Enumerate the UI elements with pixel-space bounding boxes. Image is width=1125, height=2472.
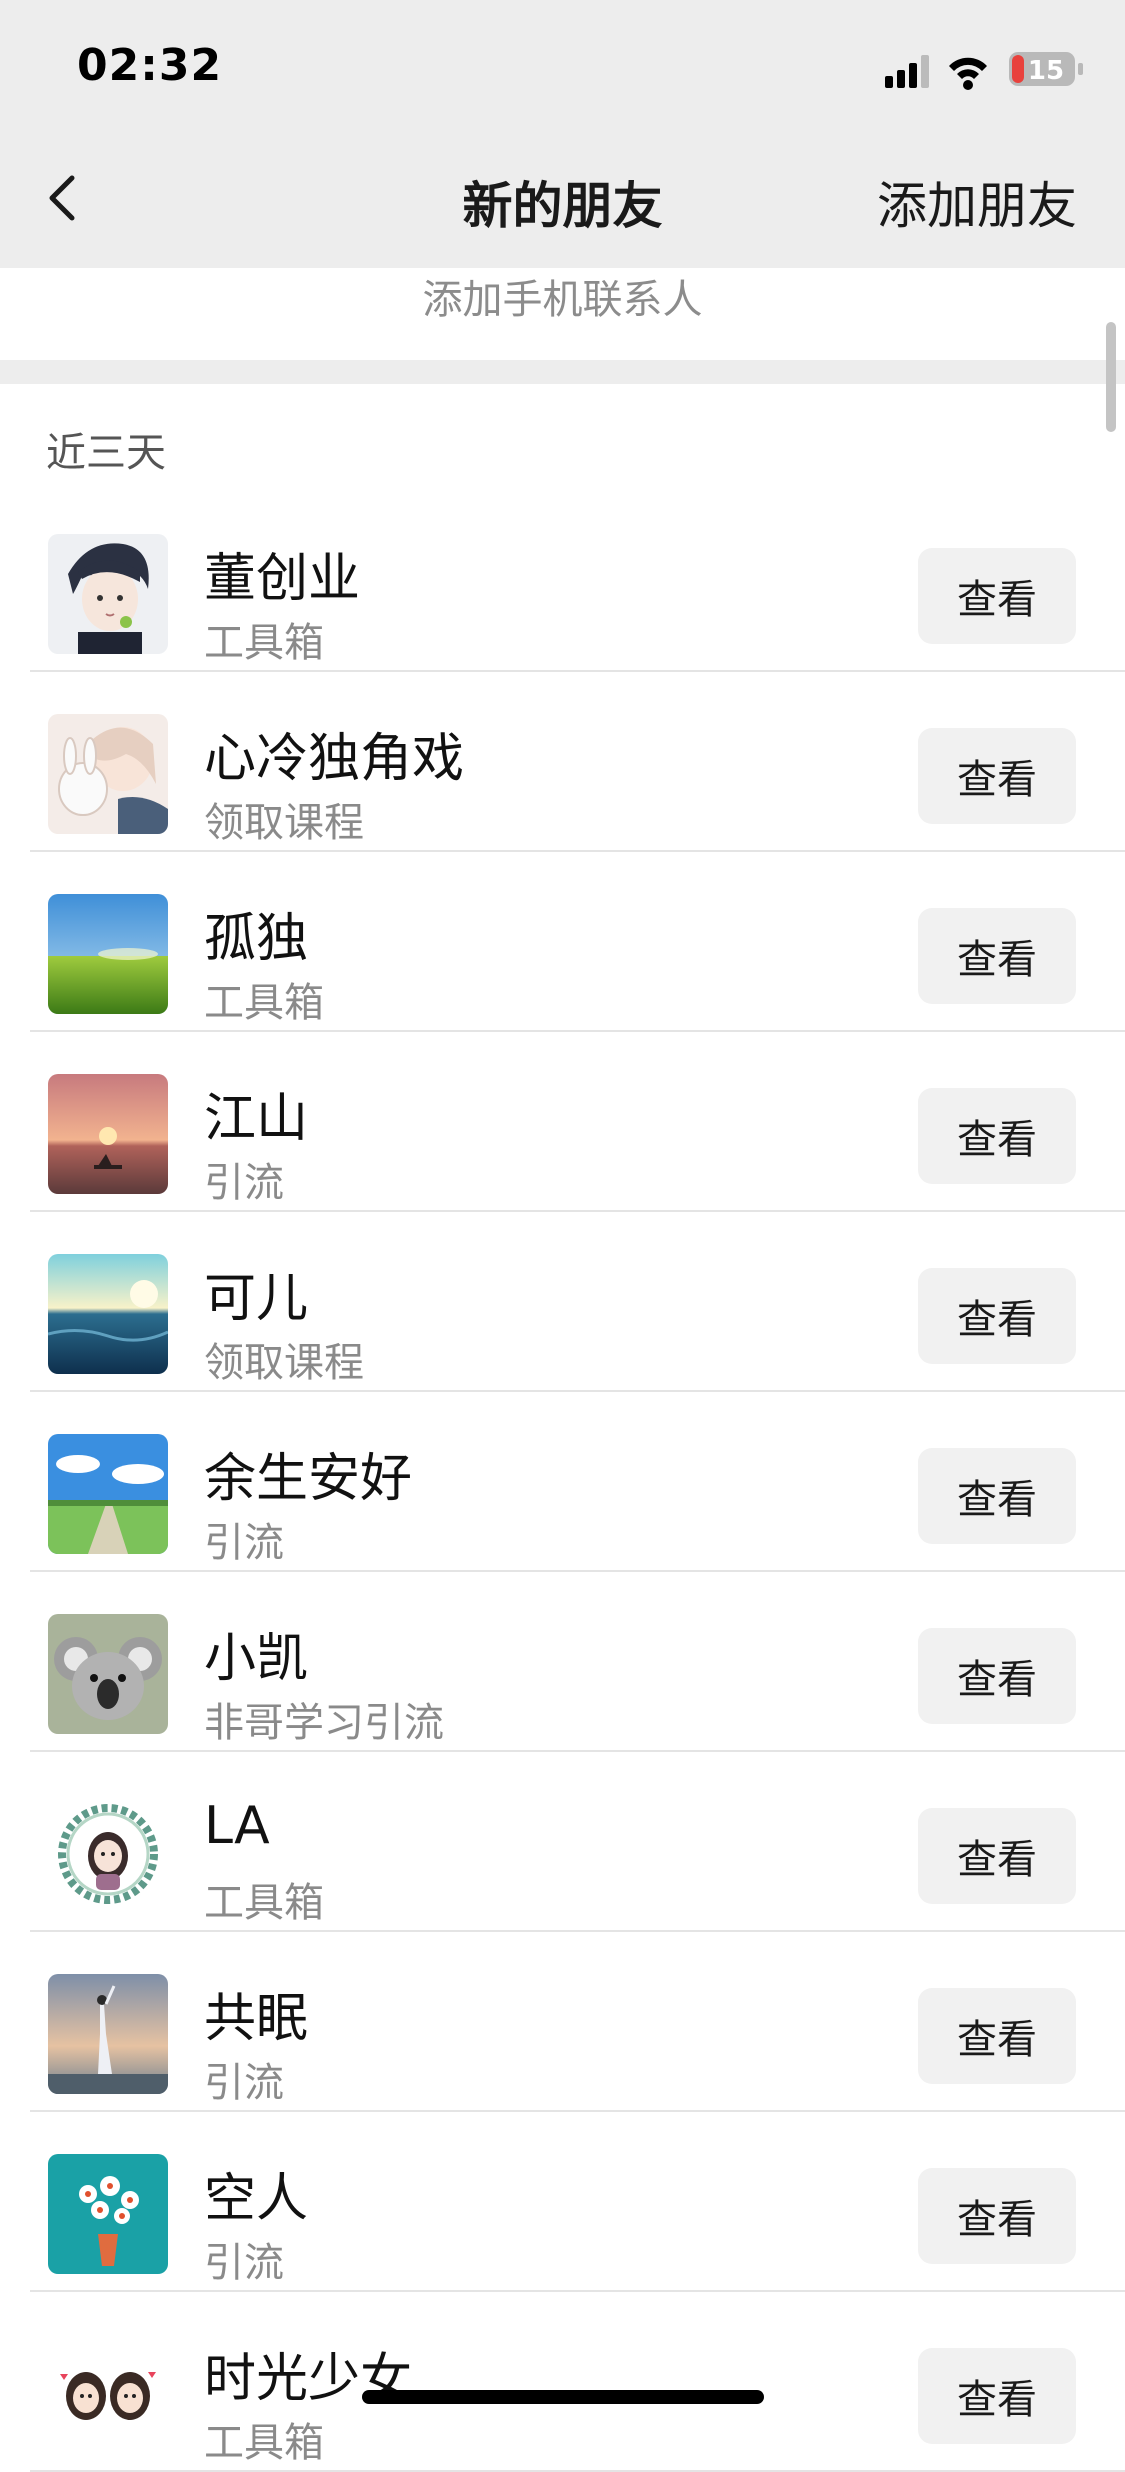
countryside-clouds-avatar bbox=[48, 1434, 168, 1554]
view-button[interactable]: 查看 bbox=[918, 1988, 1076, 2084]
friend-source: 领取课程 bbox=[204, 1340, 364, 1386]
home-indicator[interactable] bbox=[362, 2390, 764, 2404]
wifi-icon bbox=[949, 57, 987, 90]
friend-row[interactable]: 董创业 工具箱 查看 bbox=[0, 492, 1125, 672]
friend-source: 引流 bbox=[204, 1520, 284, 1566]
status-time: 02:32 bbox=[77, 40, 223, 91]
friend-row[interactable]: 心冷独角戏 领取课程 查看 bbox=[0, 672, 1125, 852]
view-button[interactable]: 查看 bbox=[918, 1628, 1076, 1724]
friend-source: 引流 bbox=[204, 2240, 284, 2286]
scrollbar-thumb[interactable] bbox=[1106, 322, 1116, 432]
battery-icon: 15 bbox=[1009, 52, 1083, 86]
friend-name: LA bbox=[204, 1796, 270, 1856]
friend-source: 非哥学习引流 bbox=[204, 1700, 444, 1746]
friend-source: 引流 bbox=[204, 1160, 284, 1206]
friend-row[interactable]: 孤独 工具箱 查看 bbox=[0, 852, 1125, 1032]
friend-name: 空人 bbox=[204, 2169, 309, 2229]
friend-name: 孤独 bbox=[204, 909, 309, 969]
friend-row[interactable]: 江山 引流 查看 bbox=[0, 1032, 1125, 1212]
ocean-sunlight-avatar bbox=[48, 1254, 168, 1374]
friend-name: 余生安好 bbox=[204, 1449, 413, 1509]
status-icons: 15 bbox=[885, 52, 1083, 90]
add-friend-button[interactable]: 添加朋友 bbox=[877, 166, 1077, 238]
anime-girl-bunny-avatar bbox=[48, 714, 168, 834]
status-bar: 02:32 15 bbox=[0, 0, 1125, 130]
section-gap bbox=[0, 360, 1125, 384]
friend-row[interactable]: 小凯 非哥学习引流 查看 bbox=[0, 1572, 1125, 1752]
view-button[interactable]: 查看 bbox=[918, 2348, 1076, 2444]
friend-row[interactable]: 时光少女 工具箱 查看 bbox=[0, 2292, 1125, 2472]
battery-level: 15 bbox=[1028, 56, 1064, 86]
section-title: 近三天 bbox=[46, 430, 166, 476]
add-phone-contacts-button[interactable]: 添加手机联系人 bbox=[0, 268, 1125, 360]
nav-bar: 新的朋友 添加朋友 bbox=[0, 130, 1125, 268]
view-button[interactable]: 查看 bbox=[918, 1808, 1076, 1904]
grass-field-sky-avatar bbox=[48, 894, 168, 1014]
friend-name: 可儿 bbox=[204, 1269, 309, 1329]
person-sunset-avatar bbox=[48, 1974, 168, 2094]
view-button[interactable]: 查看 bbox=[918, 548, 1076, 644]
friend-source: 引流 bbox=[204, 2060, 284, 2106]
view-button[interactable]: 查看 bbox=[918, 1088, 1076, 1184]
friend-name: 共眠 bbox=[204, 1989, 309, 2049]
friend-row[interactable]: 可儿 领取课程 查看 bbox=[0, 1212, 1125, 1392]
friend-source: 工具箱 bbox=[204, 1880, 324, 1926]
girl-wreath-avatar bbox=[48, 1794, 168, 1914]
friend-source: 工具箱 bbox=[204, 2420, 324, 2466]
signal-icon bbox=[885, 55, 929, 88]
friend-source: 工具箱 bbox=[204, 620, 324, 666]
friend-source: 工具箱 bbox=[204, 980, 324, 1026]
view-button[interactable]: 查看 bbox=[918, 728, 1076, 824]
friend-source: 领取课程 bbox=[204, 800, 364, 846]
friend-name: 江山 bbox=[204, 1089, 309, 1149]
friend-row[interactable]: LA 工具箱 查看 bbox=[0, 1752, 1125, 1932]
two-girls-cartoon-avatar bbox=[48, 2334, 168, 2454]
friend-name: 董创业 bbox=[204, 549, 361, 609]
view-button[interactable]: 查看 bbox=[918, 908, 1076, 1004]
anime-boy-avatar bbox=[48, 534, 168, 654]
view-button[interactable]: 查看 bbox=[918, 1268, 1076, 1364]
sunset-boat-avatar bbox=[48, 1074, 168, 1194]
koala-avatar bbox=[48, 1614, 168, 1734]
friend-name: 小凯 bbox=[204, 1629, 309, 1689]
friend-name: 心冷独角戏 bbox=[204, 729, 465, 789]
friend-row[interactable]: 空人 引流 查看 bbox=[0, 2112, 1125, 2292]
friend-row[interactable]: 共眠 引流 查看 bbox=[0, 1932, 1125, 2112]
view-button[interactable]: 查看 bbox=[918, 2168, 1076, 2264]
view-button[interactable]: 查看 bbox=[918, 1448, 1076, 1544]
friend-row[interactable]: 余生安好 引流 查看 bbox=[0, 1392, 1125, 1572]
flower-bouquet-avatar bbox=[48, 2154, 168, 2274]
